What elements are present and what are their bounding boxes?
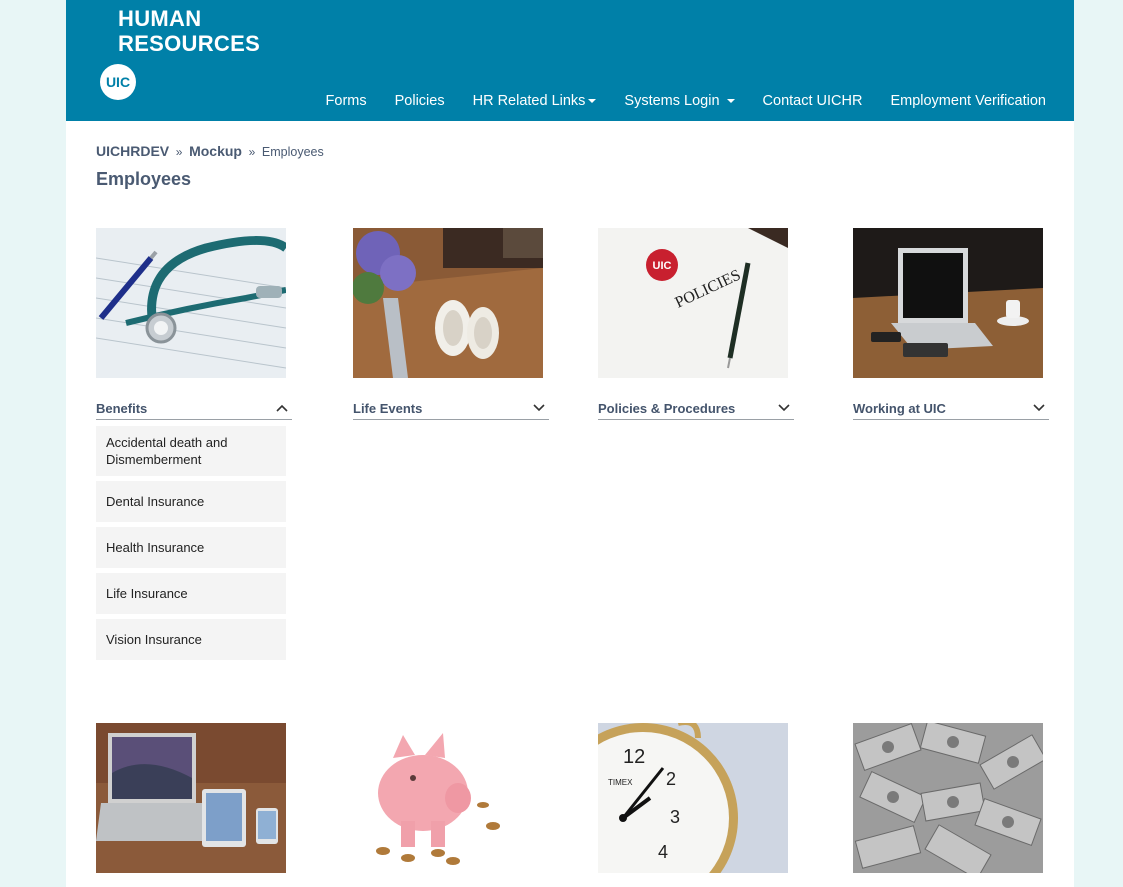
working-at-uic-toggle[interactable]: Working at UIC xyxy=(853,397,1049,420)
breadcrumb-uichrdev[interactable]: UICHRDEV xyxy=(96,143,169,159)
svg-text:2: 2 xyxy=(666,769,676,789)
nav-hr-related-links[interactable]: HR Related Links xyxy=(459,93,611,109)
card-dollar-bills xyxy=(853,723,1049,873)
nav-forms[interactable]: Forms xyxy=(312,93,381,109)
chevron-down-icon xyxy=(778,404,790,412)
nav-employment-verification[interactable]: Employment Verification xyxy=(876,93,1060,109)
nav-systems-login[interactable]: Systems Login xyxy=(610,93,748,109)
card-title: Benefits xyxy=(96,400,148,416)
card-benefits: Benefits Accidental death and Dismemberm… xyxy=(96,228,292,665)
stethoscope-photo[interactable] xyxy=(96,228,286,378)
nav-label: Employment Verification xyxy=(890,93,1046,109)
breadcrumb-mockup[interactable]: Mockup xyxy=(189,143,242,159)
caret-down-icon xyxy=(588,99,597,103)
submenu-item[interactable]: Accidental death and Dismemberment xyxy=(96,426,286,476)
card-policies-procedures: UIC POLICIES Policies & Procedures xyxy=(598,228,794,420)
piggy-bank-photo[interactable] xyxy=(353,723,543,873)
card-title: Working at UIC xyxy=(853,400,946,416)
nav-label: Contact UICHR xyxy=(762,93,863,109)
flowers-shoes-photo[interactable] xyxy=(353,228,543,378)
brand-wordmark[interactable]: HUMAN RESOURCES xyxy=(118,6,260,56)
svg-text:UIC: UIC xyxy=(653,260,672,272)
brand-line-2: RESOURCES xyxy=(118,31,261,56)
benefits-toggle[interactable]: Benefits xyxy=(96,397,292,420)
policies-document-photo[interactable]: UIC POLICIES xyxy=(598,228,788,378)
policies-procedures-toggle[interactable]: Policies & Procedures xyxy=(598,397,794,420)
breadcrumb-current: Employees xyxy=(261,145,324,159)
breadcrumb-separator: » xyxy=(175,145,183,159)
nav-label: Policies xyxy=(394,93,445,109)
chevron-up-icon xyxy=(276,404,288,412)
submenu-item[interactable]: Life Insurance xyxy=(96,573,286,614)
card-piggy-bank xyxy=(353,723,549,873)
devices-photo[interactable] xyxy=(96,723,286,873)
nav-contact-uichr[interactable]: Contact UICHR xyxy=(749,93,877,109)
life-events-toggle[interactable]: Life Events xyxy=(353,397,549,420)
laptop-desk-photo[interactable] xyxy=(853,228,1043,378)
nav-label: Forms xyxy=(325,93,367,109)
nav-label: HR Related Links xyxy=(472,93,586,109)
page-title: Employees xyxy=(96,169,192,189)
site-header: HUMAN RESOURCES UIC Forms Policies HR Re… xyxy=(66,0,1074,121)
nav-policies[interactable]: Policies xyxy=(381,93,459,109)
main-nav: Forms Policies HR Related Links Systems … xyxy=(312,93,1060,109)
breadcrumb-separator: » xyxy=(248,145,256,159)
nav-label: Systems Login xyxy=(624,93,720,109)
card-title: Policies & Procedures xyxy=(598,400,736,416)
chevron-down-icon xyxy=(1033,404,1045,412)
clock-brand-text: TIMEX xyxy=(608,778,633,787)
card-working-at-uic: Working at UIC xyxy=(853,228,1049,420)
svg-text:3: 3 xyxy=(670,807,680,827)
svg-text:12: 12 xyxy=(623,746,645,768)
uic-logo[interactable]: UIC xyxy=(100,64,136,100)
clock-photo[interactable]: 12 2 3 4 TIMEX xyxy=(598,723,788,873)
breadcrumb: UICHRDEV » Mockup » Employees xyxy=(96,143,324,159)
submenu-item[interactable]: Dental Insurance xyxy=(96,481,286,522)
card-devices xyxy=(96,723,292,873)
page: HUMAN RESOURCES UIC Forms Policies HR Re… xyxy=(66,0,1074,887)
brand-line-1: HUMAN xyxy=(118,6,202,31)
caret-down-icon xyxy=(726,99,735,103)
benefits-submenu: Accidental death and Dismemberment Denta… xyxy=(96,426,286,660)
card-life-events: Life Events xyxy=(353,228,549,420)
submenu-item[interactable]: Vision Insurance xyxy=(96,619,286,660)
svg-text:4: 4 xyxy=(658,842,668,862)
card-clock: 12 2 3 4 TIMEX xyxy=(598,723,794,873)
dollar-bills-photo[interactable] xyxy=(853,723,1043,873)
chevron-down-icon xyxy=(533,404,545,412)
submenu-item[interactable]: Health Insurance xyxy=(96,527,286,568)
card-title: Life Events xyxy=(353,400,423,416)
